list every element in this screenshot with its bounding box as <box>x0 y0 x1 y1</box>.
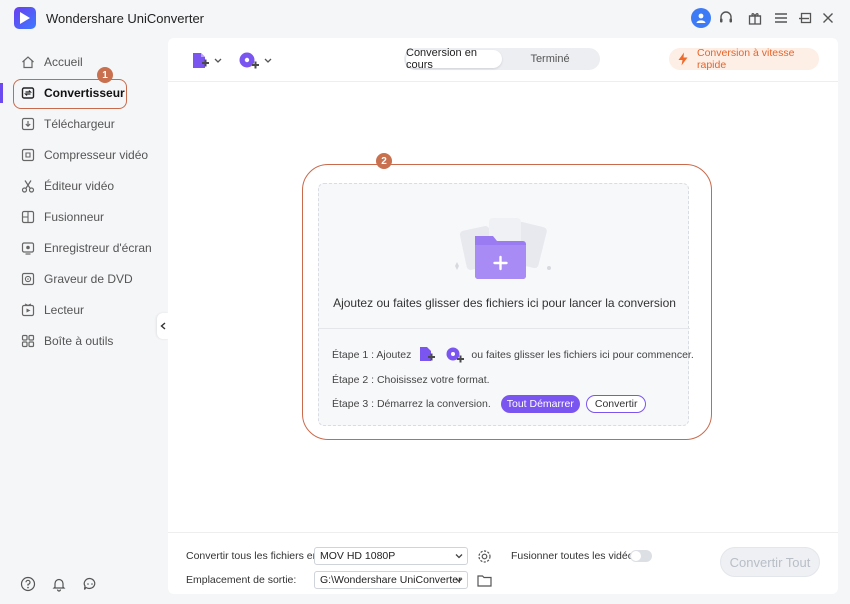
sidebar-item-accueil[interactable]: Accueil <box>0 48 168 76</box>
toolbox-icon <box>20 333 36 349</box>
chevron-left-icon <box>160 322 166 330</box>
dvd-add-icon[interactable] <box>445 346 465 364</box>
high-speed-conversion-button[interactable]: Conversion à vitesse rapide <box>669 47 819 71</box>
chevron-down-icon <box>214 58 222 63</box>
add-file-icon[interactable] <box>417 346 437 364</box>
step-3: Étape 3 : Démarrez la conversion. Tout D… <box>332 395 647 413</box>
sidebar-item-compresseur-video[interactable]: Compresseur vidéo <box>0 141 168 169</box>
app-logo <box>14 7 36 29</box>
chevron-down-icon <box>264 58 272 63</box>
close-icon[interactable] <box>818 8 838 28</box>
home-icon <box>20 54 36 70</box>
sidebar-item-enregistreur-ecran[interactable]: Enregistreur d'écran <box>0 234 168 262</box>
add-dvd-button[interactable] <box>238 50 272 72</box>
merge-icon <box>20 209 36 225</box>
chevron-down-icon <box>455 578 463 583</box>
converter-panel: Conversion en cours Terminé Conversion à… <box>168 38 838 594</box>
start-all-button[interactable]: Tout Démarrer <box>500 395 580 413</box>
dvd-add-icon <box>239 52 259 69</box>
menu-icon[interactable] <box>771 8 791 28</box>
output-location-select[interactable]: G:\Wondershare UniConverter <box>314 571 468 589</box>
feedback-icon[interactable] <box>81 575 99 593</box>
drop-zone-headline: Ajoutez ou faites glisser des fichiers i… <box>333 296 676 310</box>
notification-bell-icon[interactable] <box>50 575 68 593</box>
format-settings-icon[interactable] <box>476 548 492 564</box>
user-avatar-icon[interactable] <box>691 8 711 28</box>
folder-add-illustration-icon <box>449 214 559 284</box>
step-1: Étape 1 : Ajoutez ou faites glisser les … <box>332 346 694 364</box>
sidebar-item-graveur-dvd[interactable]: Graveur de DVD <box>0 265 168 293</box>
divider <box>319 328 690 329</box>
file-drop-zone[interactable]: Ajoutez ou faites glisser des fichiers i… <box>318 183 694 426</box>
chevron-down-icon <box>455 554 463 559</box>
sidebar-item-lecteur[interactable]: Lecteur <box>0 296 168 324</box>
sidebar: Accueil Convertisseur Téléchargeur Compr… <box>0 36 168 604</box>
sidebar-item-fusionneur[interactable]: Fusionneur <box>0 203 168 231</box>
step-2: Étape 2 : Choisissez votre format. <box>332 374 490 386</box>
merge-videos-label: Fusionner toutes les vidéos <box>511 550 639 562</box>
help-icon[interactable] <box>19 575 37 593</box>
download-icon <box>20 116 36 132</box>
maximize-box-icon[interactable] <box>796 8 816 28</box>
dvd-icon <box>20 271 36 287</box>
convert-button[interactable]: Convertir <box>585 395 647 413</box>
lightning-icon <box>677 52 689 66</box>
player-icon <box>20 302 36 318</box>
output-format-select[interactable]: MOV HD 1080P <box>314 547 468 565</box>
callout-badge-1: 1 <box>97 67 113 83</box>
callout-badge-2: 2 <box>376 153 392 169</box>
sidebar-item-telechargeur[interactable]: Téléchargeur <box>0 110 168 138</box>
sidebar-item-boite-outils[interactable]: Boîte à outils <box>0 327 168 355</box>
convert-all-format-label: Convertir tous les fichiers en: <box>186 550 322 562</box>
scissors-icon <box>20 178 36 194</box>
gift-icon[interactable] <box>745 8 765 28</box>
folder-icon[interactable] <box>476 572 492 588</box>
callout-ring-1 <box>13 79 127 109</box>
title-bar: Wondershare UniConverter <box>0 0 850 36</box>
tab-termine[interactable]: Terminé <box>502 50 598 68</box>
compress-icon <box>20 147 36 163</box>
headset-icon[interactable] <box>716 8 736 28</box>
record-icon <box>20 240 36 256</box>
convert-all-button[interactable]: Convertir Tout <box>720 547 820 577</box>
merge-videos-toggle[interactable] <box>630 550 652 562</box>
footer-bar: Convertir tous les fichiers en: MOV HD 1… <box>168 532 838 594</box>
output-location-label: Emplacement de sortie: <box>186 574 297 586</box>
conversion-tabs: Conversion en cours Terminé <box>404 47 600 71</box>
app-title: Wondershare UniConverter <box>46 11 204 26</box>
add-files-button[interactable] <box>190 50 222 72</box>
tab-conversion-en-cours[interactable]: Conversion en cours <box>406 47 502 71</box>
add-file-icon <box>193 53 209 68</box>
sidebar-item-editeur-video[interactable]: Éditeur vidéo <box>0 172 168 200</box>
toolbar: Conversion en cours Terminé Conversion à… <box>168 38 838 82</box>
